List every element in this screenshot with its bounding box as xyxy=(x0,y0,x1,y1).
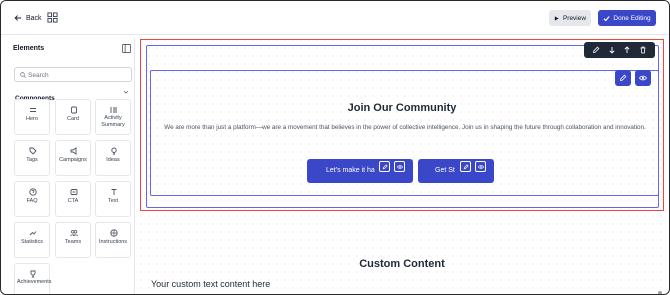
component-tile-teams[interactable]: Teams xyxy=(55,222,91,258)
preview-label: Preview xyxy=(562,14,587,22)
edit-icon[interactable] xyxy=(592,46,600,54)
done-editing-label: Done Editing xyxy=(613,14,651,22)
section-headline: Join Our Community xyxy=(347,102,457,114)
component-tile-campaigns[interactable]: Campaigns xyxy=(55,140,91,176)
edit-icon xyxy=(619,74,627,82)
back-label: Back xyxy=(26,14,42,22)
tile-label: Hero xyxy=(26,116,38,122)
megaphone-icon xyxy=(70,147,77,155)
tile-label: Tags xyxy=(26,157,38,163)
activity-icon xyxy=(110,107,117,113)
trash-icon[interactable] xyxy=(639,46,647,54)
component-tile-cta[interactable]: CTA xyxy=(55,181,91,217)
eye-icon xyxy=(639,75,647,81)
text-icon xyxy=(111,189,117,195)
primary-cta-button[interactable]: Let's make it ha xyxy=(307,159,413,183)
editor-canvas[interactable]: Join Our Community We are more than just… xyxy=(137,36,667,294)
people-icon xyxy=(70,230,78,237)
tile-label: Activity Summary xyxy=(101,115,125,128)
custom-content-text[interactable]: Your custom text content here xyxy=(151,279,270,289)
trophy-icon xyxy=(30,270,36,278)
sidebar-title: Elements xyxy=(13,45,45,52)
tag-icon xyxy=(29,147,37,155)
chevron-down-icon xyxy=(123,90,129,94)
card-icon xyxy=(71,106,77,114)
block-toolbar xyxy=(615,70,655,86)
block-edit-button[interactable] xyxy=(615,70,631,86)
secondary-cta-tools xyxy=(460,161,486,173)
done-editing-button[interactable]: Done Editing xyxy=(598,10,656,26)
block-visibility-button[interactable] xyxy=(635,70,651,86)
tile-label: Achievements xyxy=(17,279,52,285)
component-tile-statistics[interactable]: Statistics xyxy=(14,222,50,258)
cta-icon xyxy=(70,189,78,195)
move-down-icon[interactable] xyxy=(608,46,616,54)
component-tile-faq[interactable]: FAQ xyxy=(14,181,50,217)
trend-icon xyxy=(29,231,37,236)
search-input[interactable] xyxy=(28,69,128,81)
lightbulb-icon xyxy=(111,147,117,155)
hero-icon xyxy=(30,108,36,112)
elements-sidebar: Elements Components Hero Card Activity S… xyxy=(4,38,135,294)
section-paragraph: We are more than just a platform—we are … xyxy=(164,124,646,131)
secondary-cta-label: Get St xyxy=(435,167,455,174)
tile-label: Teams xyxy=(64,239,82,245)
tile-label: Text xyxy=(107,198,119,204)
app-window: Back Preview Done Editing Elements Com xyxy=(0,0,670,295)
play-icon xyxy=(554,15,559,21)
component-tile-activity-summary[interactable]: Activity Summary xyxy=(95,99,131,135)
component-tile-instructions[interactable]: Instructions xyxy=(95,222,131,258)
back-button[interactable]: Back xyxy=(14,12,42,24)
compass-icon xyxy=(110,229,118,237)
layout-grid-icon[interactable] xyxy=(47,12,58,23)
arrow-left-icon xyxy=(14,15,22,21)
tile-label: Card xyxy=(67,116,79,122)
tile-label: CTA xyxy=(67,198,79,204)
tile-label: Instructions xyxy=(98,239,128,245)
component-tile-hero[interactable]: Hero xyxy=(14,99,50,135)
component-tile-card[interactable]: Card xyxy=(55,99,91,135)
tile-label: FAQ xyxy=(26,198,38,204)
component-tile-tags[interactable]: Tags xyxy=(14,140,50,176)
component-tile-ideas[interactable]: Ideas xyxy=(95,140,131,176)
question-icon xyxy=(29,188,37,196)
check-icon xyxy=(603,15,610,21)
edit-icon xyxy=(382,163,388,169)
move-up-icon[interactable] xyxy=(623,46,631,54)
primary-cta-tools xyxy=(379,161,405,173)
eye-icon xyxy=(477,164,484,169)
cta-edit-button[interactable] xyxy=(379,161,390,172)
component-tile-text[interactable]: Text xyxy=(95,181,131,217)
sidebar-toggle-icon[interactable] xyxy=(122,44,131,53)
preview-button[interactable]: Preview xyxy=(549,10,591,26)
cta-visibility-button[interactable] xyxy=(394,161,405,172)
components-section-header[interactable]: Components xyxy=(15,87,131,102)
section-toolbar xyxy=(584,42,655,58)
cta-edit-button[interactable] xyxy=(460,161,471,172)
cta-visibility-button[interactable] xyxy=(475,161,486,172)
edit-icon xyxy=(463,163,469,169)
secondary-cta-button[interactable]: Get St xyxy=(418,159,494,183)
tile-label: Statistics xyxy=(20,239,43,245)
custom-content-title: Custom Content xyxy=(359,258,445,270)
top-bar: Back Preview Done Editing xyxy=(1,1,669,35)
search-icon xyxy=(20,72,26,78)
search-field xyxy=(14,67,132,82)
eye-icon xyxy=(396,164,403,169)
resize-handle[interactable] xyxy=(658,291,662,294)
primary-cta-label: Let's make it ha xyxy=(326,167,375,174)
tile-label: Campaigns xyxy=(59,157,87,163)
tile-label: Ideas xyxy=(106,157,120,163)
component-tile-achievements[interactable]: Achievements xyxy=(14,263,52,294)
